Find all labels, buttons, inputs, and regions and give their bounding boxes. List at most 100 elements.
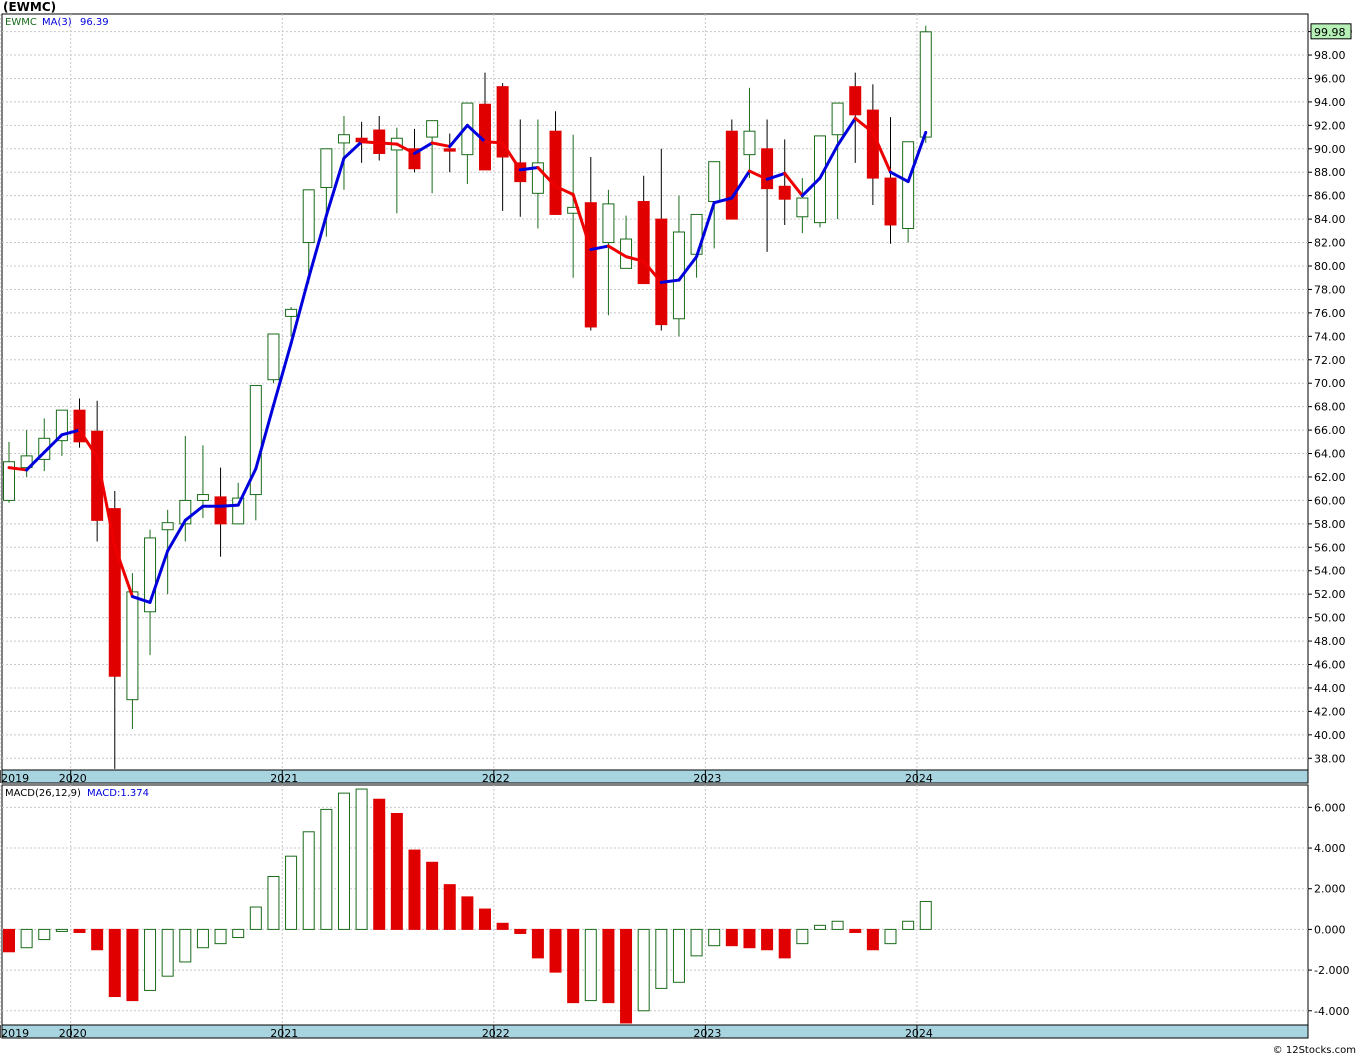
macd-bar	[549, 928, 562, 973]
macd-bar	[479, 908, 492, 930]
candle-body	[584, 202, 597, 328]
macd-bar	[73, 928, 86, 933]
macd-plot-area	[1, 784, 1309, 1026]
price-y-tick-label: 58.00	[1314, 518, 1346, 531]
price-y-tick-label: 40.00	[1314, 729, 1346, 742]
macd-bar	[919, 900, 932, 930]
date-axis-label: 2019	[1, 1027, 29, 1040]
macd-legend-value: MACD:1.374	[87, 788, 149, 799]
legend-ma-label: MA(3)	[42, 17, 72, 28]
macd-bar	[196, 928, 209, 949]
price-y-tick-label: 82.00	[1314, 237, 1346, 250]
candle-body	[743, 130, 756, 156]
candle-body	[126, 591, 139, 701]
macd-bar	[267, 876, 280, 930]
price-y-tick-label: 88.00	[1314, 166, 1346, 179]
macd-bar	[408, 849, 421, 930]
date-axis-label: 2022	[482, 1027, 510, 1040]
macd-bar	[390, 812, 403, 930]
candle-body	[761, 148, 774, 190]
macd-bar	[20, 928, 33, 949]
ma3-line-segment	[377, 141, 399, 146]
price-y-tick-label: 90.00	[1314, 143, 1346, 156]
macd-bar	[285, 855, 298, 930]
legend-symbol: EWMC	[5, 17, 37, 28]
price-y-tick-label: 42.00	[1314, 705, 1346, 718]
date-axis-label: 2021	[270, 1027, 298, 1040]
macd-legend-name: MACD(26,12,9)	[5, 788, 81, 799]
macd-bar	[620, 928, 633, 1024]
candle-body	[443, 148, 456, 152]
candle-body	[919, 31, 932, 138]
price-y-tick-label: 46.00	[1314, 659, 1346, 672]
price-y-tick-label: 76.00	[1314, 307, 1346, 320]
candle-body	[778, 185, 791, 200]
macd-bar	[214, 928, 227, 945]
price-y-tick-label: 80.00	[1314, 260, 1346, 273]
ma3-line-segment	[219, 503, 240, 508]
macd-panel: -4.000 -2.000 0.000 2.000 4.000 6.000 MACD(26,…	[0, 784, 1349, 1040]
macd-y-tick-label: -2.000	[1314, 964, 1349, 977]
price-y-tick-label: 98.00	[1314, 49, 1346, 62]
price-y-tick-label: 68.00	[1314, 401, 1346, 414]
macd-bar	[637, 928, 650, 1012]
macd-bar	[884, 928, 897, 945]
macd-bar	[725, 928, 738, 947]
macd-bar	[672, 928, 685, 983]
macd-bar	[91, 928, 104, 951]
macd-bar	[567, 928, 580, 1004]
candle-body	[796, 197, 809, 218]
macd-y-tick-label: 6.000	[1314, 801, 1346, 814]
candle-body	[196, 494, 209, 501]
price-y-tick-label: 84.00	[1314, 213, 1346, 226]
candle-body	[320, 148, 333, 188]
macd-bar	[38, 928, 51, 941]
date-axis-label: 2020	[59, 772, 87, 785]
macd-bar	[849, 928, 862, 933]
macd-bar	[778, 928, 791, 959]
candle-body	[655, 218, 668, 326]
macd-bar	[813, 924, 826, 930]
macd-y-tick-label: 2.000	[1314, 883, 1346, 896]
macd-bar	[320, 808, 333, 930]
macd-bar	[602, 928, 615, 1004]
price-y-tick-label: 62.00	[1314, 471, 1346, 484]
macd-date-axis	[1, 1024, 1309, 1039]
macd-bar	[902, 920, 915, 930]
date-axis-label: 2024	[905, 1027, 933, 1040]
last-price-value: 99.98	[1314, 26, 1346, 39]
price-y-tick-label: 56.00	[1314, 541, 1346, 554]
macd-bar	[761, 928, 774, 951]
candle-body	[285, 308, 298, 317]
copyright-credit: © 12Stocks.com	[1272, 1045, 1356, 1056]
macd-bar	[866, 928, 879, 951]
macd-bar	[126, 928, 139, 1002]
price-y-tick-label: 96.00	[1314, 72, 1346, 85]
macd-bar	[55, 928, 68, 932]
price-y-tick-label: 94.00	[1314, 96, 1346, 109]
macd-bar	[108, 928, 121, 998]
macd-bar	[302, 831, 315, 930]
macd-bar	[655, 928, 668, 989]
price-y-tick-label: 48.00	[1314, 635, 1346, 648]
macd-bar	[514, 928, 527, 934]
macd-bar	[531, 928, 544, 959]
macd-bar	[249, 906, 262, 930]
date-axis-label: 2023	[693, 1027, 721, 1040]
date-axis-label: 2020	[59, 1027, 87, 1040]
candle-body	[849, 86, 862, 116]
candle-body	[884, 177, 897, 226]
macd-bar	[355, 788, 368, 930]
candle-body	[708, 161, 721, 203]
candle-body	[725, 130, 738, 220]
ma3-line-segment	[483, 140, 505, 145]
macd-bar	[743, 928, 756, 949]
candle-body	[214, 496, 227, 525]
macd-bar	[796, 928, 809, 945]
macd-bar	[144, 928, 157, 991]
price-y-tick-label: 74.00	[1314, 330, 1346, 343]
ma3-line-segment	[360, 140, 381, 145]
price-date-axis	[1, 769, 1309, 784]
price-panel: 38.00 40.00 42.00 44.00 46.00 48.00 50.00 52.00…	[0, 13, 1353, 785]
price-y-tick-label: 50.00	[1314, 612, 1346, 625]
